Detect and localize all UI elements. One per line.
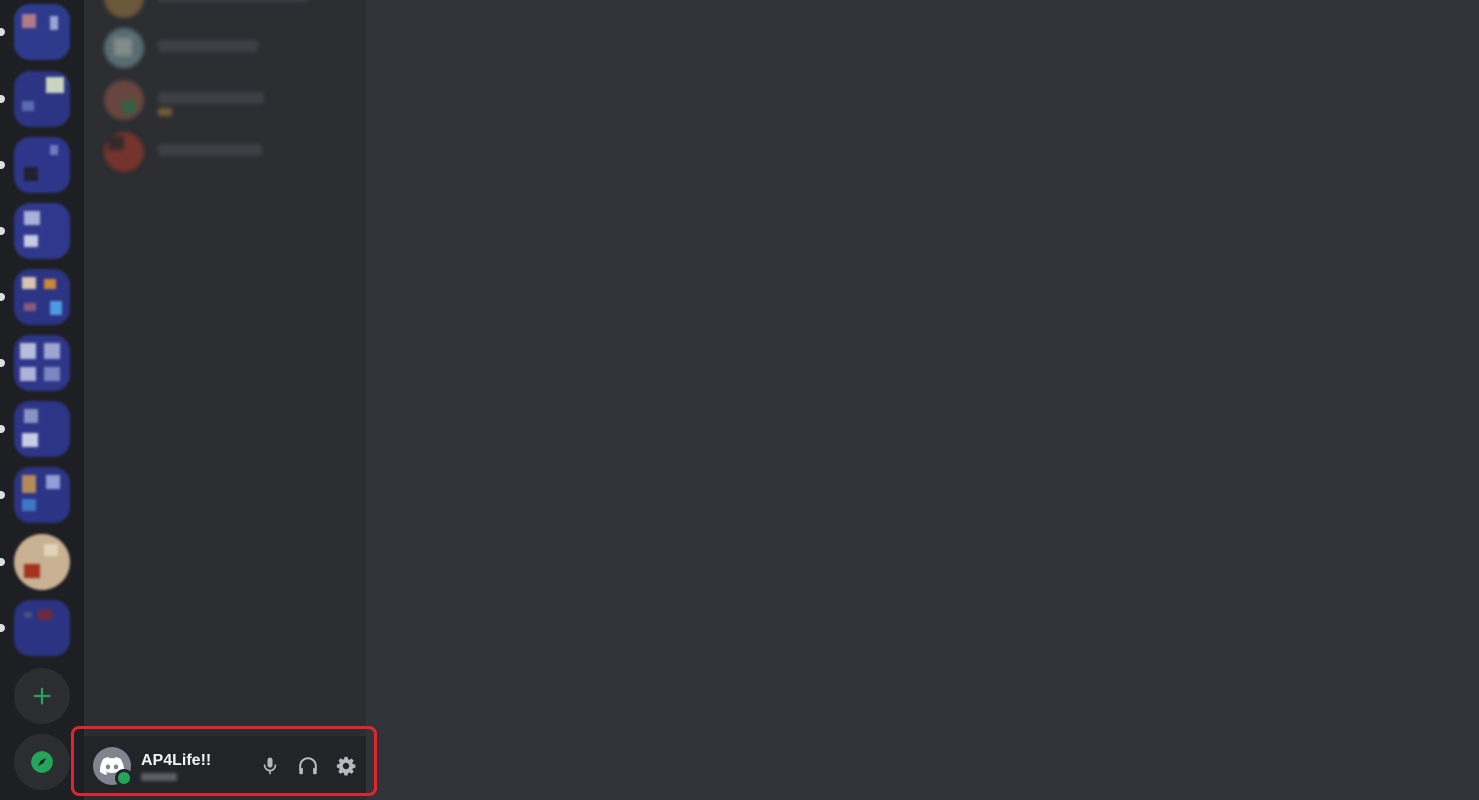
- server-icon[interactable]: [14, 203, 70, 259]
- server-rail: [0, 0, 84, 800]
- server-icon[interactable]: [14, 467, 70, 523]
- explore-servers-button[interactable]: [14, 734, 70, 790]
- server-unread-pill: [0, 227, 5, 235]
- server-icon[interactable]: [14, 401, 70, 457]
- server-unread-pill: [0, 425, 5, 433]
- server-unread-pill: [0, 161, 5, 169]
- main-content-area: [366, 0, 1479, 800]
- server-icon[interactable]: [14, 71, 70, 127]
- server-icon[interactable]: [14, 269, 70, 325]
- server-unread-pill: [0, 359, 5, 367]
- server-unread-pill: [0, 491, 5, 499]
- list-item[interactable]: [104, 26, 344, 70]
- discord-app: AP4Life!!: [0, 0, 1479, 800]
- server-unread-pill: [0, 293, 5, 301]
- server-icon[interactable]: [14, 600, 70, 656]
- list-item[interactable]: [104, 130, 344, 174]
- server-icon[interactable]: [14, 4, 70, 60]
- list-item[interactable]: [104, 78, 344, 122]
- list-item[interactable]: [104, 0, 344, 20]
- plus-icon: [33, 687, 51, 705]
- user-panel-highlight-box: [71, 726, 377, 796]
- server-icon[interactable]: [14, 534, 70, 590]
- direct-messages-list: [84, 0, 366, 800]
- server-icon[interactable]: [14, 335, 70, 391]
- server-icon[interactable]: [14, 137, 70, 193]
- add-server-button[interactable]: [14, 668, 70, 724]
- server-unread-pill: [0, 28, 5, 36]
- server-unread-pill: [0, 558, 5, 566]
- compass-icon: [31, 751, 53, 773]
- server-unread-pill: [0, 95, 5, 103]
- server-unread-pill: [0, 624, 5, 632]
